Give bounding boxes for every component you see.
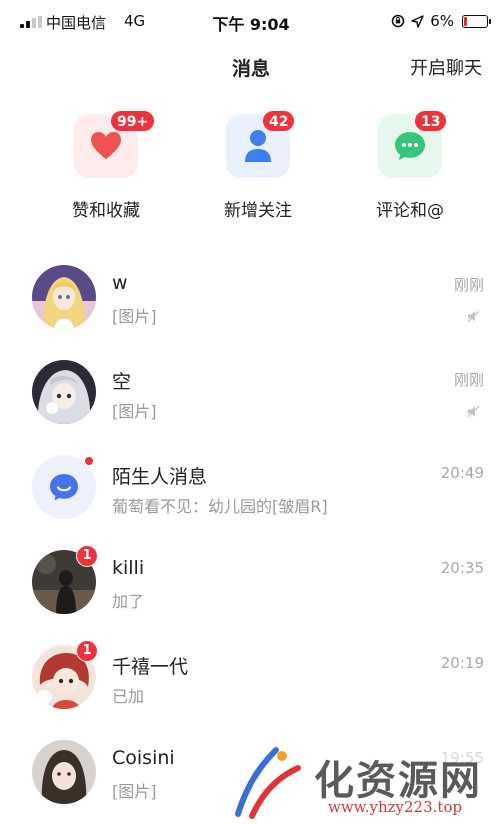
heart-icon <box>91 132 121 159</box>
followers-badge: 42 <box>262 110 296 132</box>
message-time: 20:49 <box>440 464 484 482</box>
contact-name: w <box>112 272 128 294</box>
message-preview: [图片] <box>112 307 157 326</box>
message-preview: 葡萄看不见：幼儿园的[皱眉R] <box>112 497 328 516</box>
message-preview: 加了 <box>112 592 145 611</box>
chat-bubble-icon <box>395 132 425 160</box>
avatar[interactable] <box>32 740 96 804</box>
unread-dot <box>84 456 94 466</box>
message-time: 刚刚 <box>453 276 484 294</box>
person-icon <box>245 130 271 162</box>
battery-icon <box>462 14 491 28</box>
category-likes-collections[interactable]: 99+ 赞和收藏 <box>36 110 176 221</box>
location-arrow-icon <box>411 14 424 28</box>
contact-name: 空 <box>112 371 132 393</box>
notification-categories: 99+ 赞和收藏 42 新增关注 13 评论和@ <box>0 110 502 224</box>
comments-badge: 13 <box>414 110 448 132</box>
message-preview: [图片] <box>112 402 157 421</box>
followers-label: 新增关注 <box>224 201 292 221</box>
avatar[interactable] <box>32 265 96 329</box>
comments-tile[interactable]: 13 <box>378 110 448 178</box>
contact-name: killi <box>112 557 145 579</box>
comments-label: 评论和@ <box>376 201 444 221</box>
likes-badge: 99+ <box>110 110 156 132</box>
category-comments-mentions[interactable]: 13 评论和@ <box>340 110 480 221</box>
avatar[interactable] <box>32 360 96 424</box>
message-time: 刚刚 <box>453 371 484 389</box>
message-time: 20:19 <box>440 654 484 672</box>
unread-badge: 1 <box>76 545 98 567</box>
status-right-group: 6% <box>391 12 491 30</box>
muted-icon <box>467 405 480 418</box>
muted-icon <box>467 310 480 323</box>
likes-label: 赞和收藏 <box>72 201 140 221</box>
followers-tile[interactable]: 42 <box>226 110 296 178</box>
message-row-strangers[interactable]: 陌生人消息 葡萄看不见：幼儿园的[皱眉R] 20:49 <box>0 440 502 535</box>
message-row[interactable]: 1 千禧一代 已加 20:19 <box>0 630 502 725</box>
message-time: 20:35 <box>440 559 484 577</box>
message-row[interactable]: 1 killi 加了 20:35 <box>0 535 502 630</box>
message-preview: 已加 <box>112 687 145 706</box>
watermark-logo-icon <box>235 747 301 819</box>
category-new-followers[interactable]: 42 新增关注 <box>188 110 328 221</box>
likes-tile[interactable]: 99+ <box>74 110 156 178</box>
contact-name: Coisini <box>112 747 175 769</box>
battery-percent: 6% <box>430 12 454 30</box>
contact-name: 千禧一代 <box>112 656 189 678</box>
orientation-lock-icon <box>391 14 405 28</box>
message-row[interactable]: w [图片] 刚刚 <box>0 250 502 345</box>
contact-name: 陌生人消息 <box>112 466 208 488</box>
watermark-url: www.yhzy223.top <box>328 798 463 816</box>
unread-badge: 1 <box>76 640 98 662</box>
message-preview: [图片] <box>112 782 157 801</box>
status-bar: 中国电信 4G 下午 9:04 6% <box>0 0 502 44</box>
start-chat-button[interactable]: 开启聊天 <box>410 54 482 80</box>
site-watermark: 化资源网 www.yhzy223.top <box>232 742 502 824</box>
message-row[interactable]: 空 [图片] 刚刚 <box>0 345 502 440</box>
